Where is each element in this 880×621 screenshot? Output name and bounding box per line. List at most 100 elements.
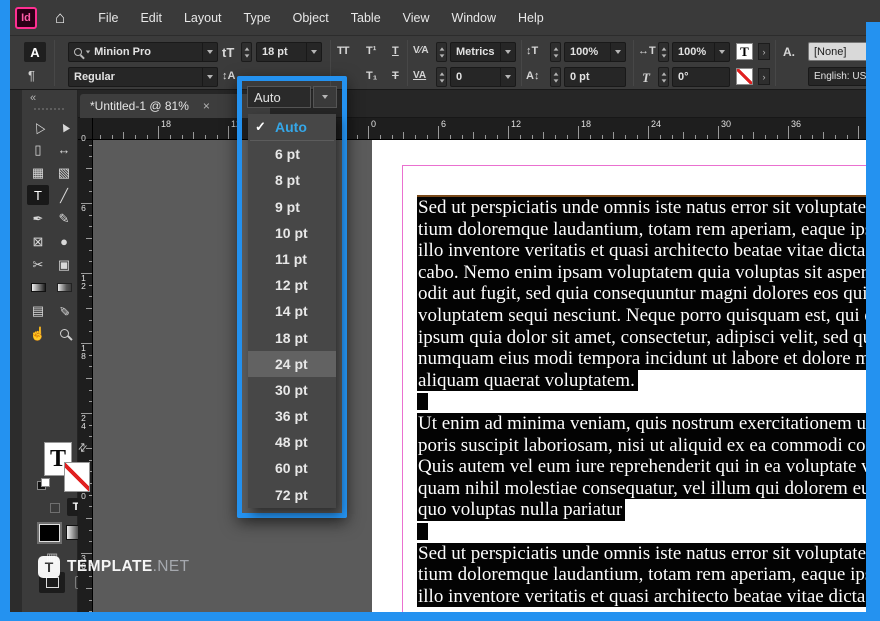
text-line[interactable]: odit aut fugit, sed quia consequuntur ma… [417,283,866,305]
font-size-option-6-pt[interactable]: 6 pt [248,141,336,167]
hand-tool[interactable]: ☝ [27,323,49,343]
all-caps-button[interactable]: TT [337,45,348,57]
font-size-option-24-pt[interactable]: 24 pt [248,351,336,377]
stroke-more-button[interactable]: › [758,68,770,85]
menu-item-help[interactable]: Help [507,0,555,36]
paragraph-formatting-icon[interactable]: ¶ [28,68,35,83]
menu-item-window[interactable]: Window [441,0,507,36]
superscript-button[interactable]: T¹ [366,45,376,57]
close-tab-icon[interactable]: × [203,99,210,113]
menu-item-edit[interactable]: Edit [129,0,173,36]
font-size-option-48-pt[interactable]: 48 pt [248,429,336,455]
font-size-option-30-pt[interactable]: 30 pt [248,377,336,403]
tracking-field[interactable]: 0 [450,67,516,87]
character-style-field[interactable]: [None] [808,42,874,61]
font-size-option-9-pt[interactable]: 9 pt [248,194,336,220]
font-size-option-18-pt[interactable]: 18 pt [248,325,336,351]
content-placer-tool[interactable]: ▧ [53,162,75,182]
free-transform-tool[interactable]: ▣ [53,254,75,274]
font-size-option-11-pt[interactable]: 11 pt [248,246,336,272]
font-size-option-36-pt[interactable]: 36 pt [248,403,336,429]
font-size-option-72-pt[interactable]: 72 pt [248,482,336,508]
font-size-dropdown-button[interactable] [306,43,321,61]
skew-field[interactable]: 0° [672,67,730,87]
kerning-field[interactable]: Metrics [450,42,516,62]
tracking-stepper[interactable] [436,67,447,87]
indesign-app-icon[interactable]: Id [15,7,37,29]
font-size-option-10-pt[interactable]: 10 pt [248,220,336,246]
menu-item-layout[interactable]: Layout [173,0,233,36]
frame-tool[interactable]: ⊠ [27,231,49,251]
menu-item-type[interactable]: Type [233,0,282,36]
pasteboard[interactable]: Sed ut perspiciatis unde omnis iste natu… [93,140,866,612]
eyedropper-tool[interactable]: ✎ [53,300,75,320]
baseline-shift-stepper[interactable] [550,67,561,87]
text-line[interactable]: Quis autem vel eum iure reprehenderit qu… [417,456,866,478]
gradient-feather-tool[interactable] [53,277,75,297]
default-fill-stroke-icon[interactable] [37,478,49,490]
text-line[interactable]: aliquam quaerat voluptatem. [417,370,866,392]
menu-item-object[interactable]: Object [282,0,340,36]
font-size-field[interactable]: 18 pt [256,42,322,62]
vertical-scale-field[interactable]: 100% [564,42,626,62]
menu-item-file[interactable]: File [87,0,129,36]
text-line[interactable]: numquam eius modi tempora incidunt ut la… [417,348,866,370]
font-style-field[interactable]: Regular [68,67,218,87]
font-family-dropdown-button[interactable] [202,43,217,61]
menu-item-view[interactable]: View [392,0,441,36]
font-size-option-auto[interactable]: ✓Auto [248,114,336,140]
text-line[interactable]: ipsum quia dolor sit amet, consectetur, … [417,327,866,349]
menu-item-table[interactable]: Table [340,0,392,36]
text-line[interactable]: tium doloremque laudantium, totam rem ap… [417,564,866,586]
pen-tool[interactable]: ✒ [27,208,49,228]
text-line[interactable]: quo voluptas nulla pariatur [417,499,866,521]
scissors-tool[interactable]: ✂ [27,254,49,274]
font-family-field[interactable]: Minion Pro [68,42,218,62]
horizontal-scale-dropdown-button[interactable] [714,43,729,61]
type-tool[interactable]: T [27,185,49,205]
vertical-scale-dropdown-button[interactable] [610,43,625,61]
gradient-tool[interactable] [27,277,49,297]
character-formatting-icon[interactable]: A [24,42,46,62]
strikethrough-button[interactable]: T [392,70,399,82]
vertical-ruler[interactable]: 061 21 82 43 03 6 [78,140,93,612]
font-size-option-60-pt[interactable]: 60 pt [248,455,336,481]
horizontal-ruler[interactable]: 18126061218243036 [93,118,866,140]
font-size-combo-arrow-button[interactable] [313,86,337,108]
font-size-stepper[interactable] [241,42,252,62]
formatting-affects-container-button[interactable] [50,503,60,513]
horizontal-scale-field[interactable]: 100% [672,42,730,62]
stroke-color-swatch[interactable] [736,68,753,85]
line-tool[interactable]: ╱ [53,185,75,205]
font-size-option-14-pt[interactable]: 14 pt [248,298,336,324]
font-size-option-12-pt[interactable]: 12 pt [248,272,336,298]
fill-color-swatch[interactable]: T [736,43,753,60]
text-frame[interactable]: Sed ut perspiciatis unde omnis iste natu… [417,197,866,612]
subscript-button[interactable]: T₁ [366,70,377,82]
text-line[interactable]: Sed ut perspiciatis unde omnis iste natu… [417,197,866,219]
text-line[interactable]: tium doloremque laudantium, totam rem ap… [417,219,866,241]
text-line[interactable]: poris suscipit laboriosam, nisi ut aliqu… [417,435,866,457]
underline-button[interactable]: T [392,45,399,57]
content-collector-tool[interactable]: ▦ [27,162,49,182]
page-tool[interactable]: ▯ [27,139,49,159]
shape-tool[interactable]: ● [53,231,75,251]
document-page[interactable]: Sed ut perspiciatis unde omnis iste natu… [372,140,866,612]
gap-tool[interactable]: ↔ [53,139,75,159]
collapse-panel-icon[interactable]: « [30,92,36,104]
selection-tool[interactable]: ▲ [53,116,75,136]
pencil-tool[interactable]: ✎ [53,208,75,228]
font-size-combo[interactable]: Auto [247,86,311,108]
direct-selection-tool[interactable]: △ [27,116,49,136]
horizontal-scale-stepper[interactable] [658,42,669,62]
vertical-scale-stepper[interactable] [550,42,561,62]
skew-stepper[interactable] [658,67,669,87]
baseline-shift-field[interactable]: 0 pt [564,67,626,87]
zoom-tool[interactable] [53,323,75,343]
text-line[interactable]: voluptatem sequi nesciunt. Neque porro q… [417,305,866,327]
text-line[interactable]: illo inventore veritatis et quasi archit… [417,586,866,608]
fill-more-button[interactable]: › [758,43,770,60]
home-icon[interactable]: ⌂ [55,8,65,28]
text-line[interactable]: cabo. Nemo enim ipsam voluptatem quia vo… [417,262,866,284]
text-line[interactable]: illo inventore veritatis et quasi archit… [417,240,866,262]
